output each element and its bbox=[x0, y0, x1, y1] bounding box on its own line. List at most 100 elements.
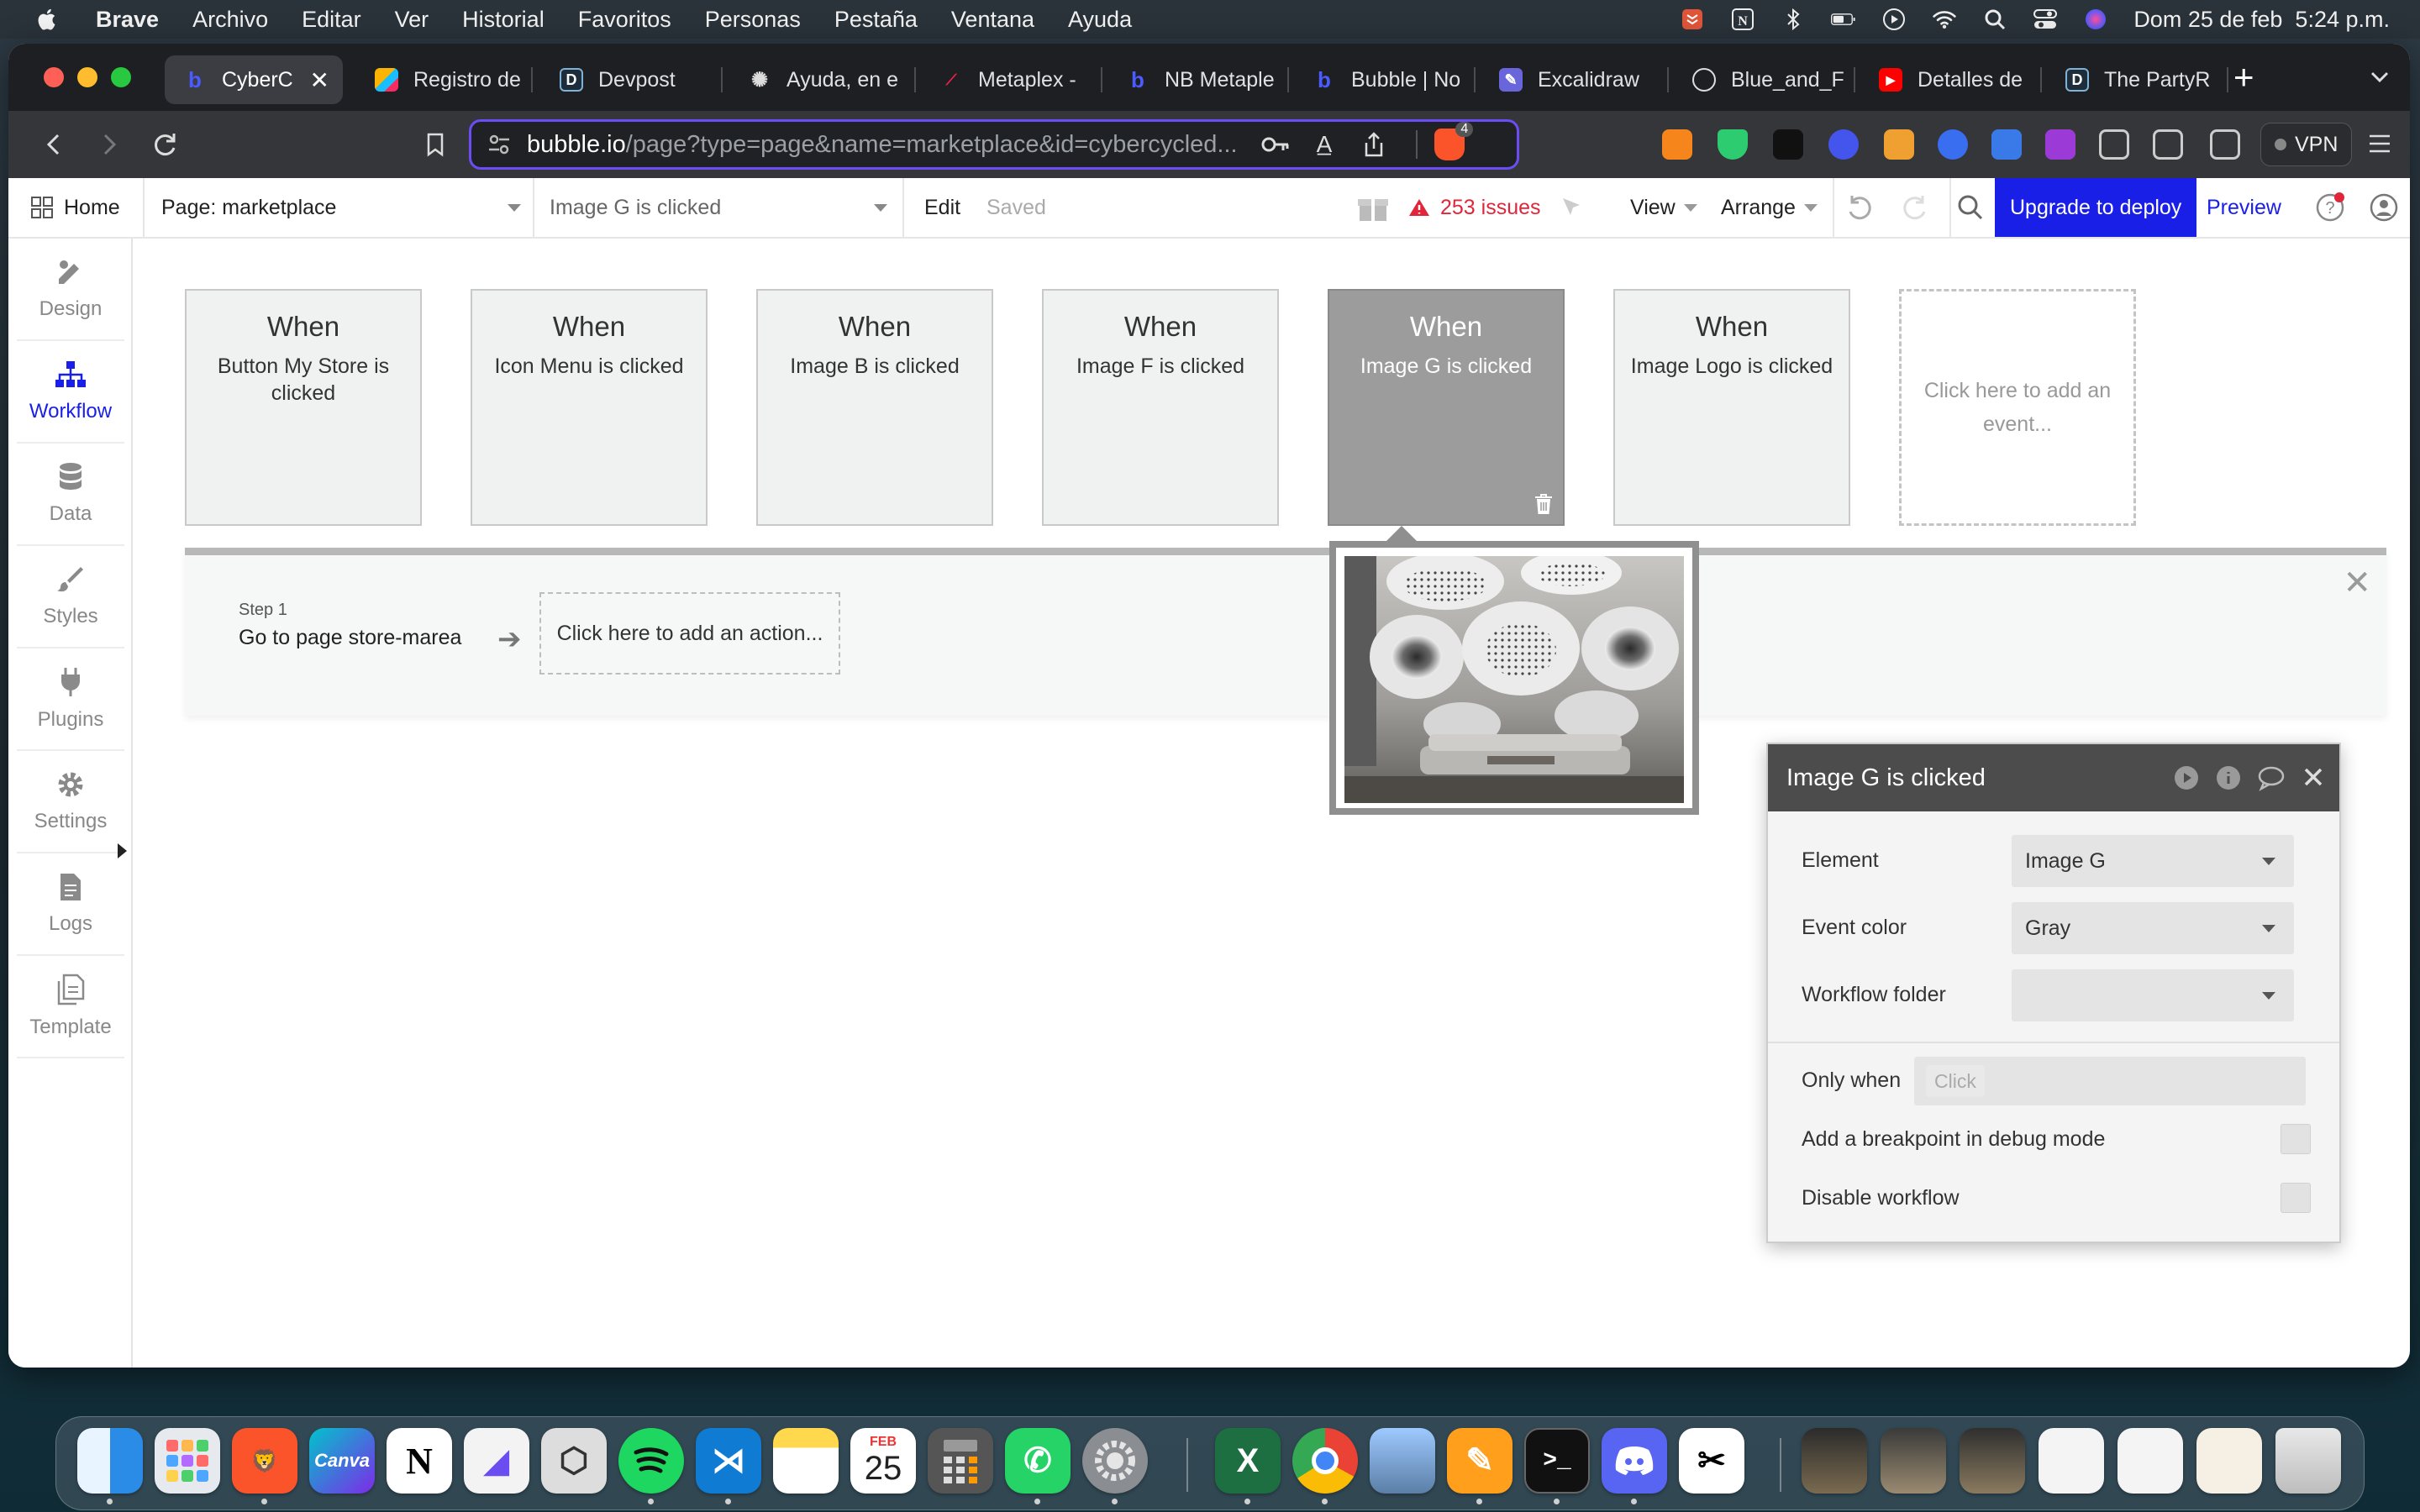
search-icon[interactable] bbox=[1956, 178, 1985, 237]
step-action[interactable]: Go to page store-marea bbox=[239, 626, 461, 650]
gift-icon[interactable] bbox=[1356, 178, 1390, 237]
sidebar-item-logs[interactable]: Logs bbox=[17, 853, 124, 956]
excel-icon[interactable]: X bbox=[1215, 1428, 1281, 1494]
tab-search-chevron-icon[interactable] bbox=[2370, 69, 2390, 86]
notes-icon[interactable] bbox=[773, 1428, 839, 1494]
menu-personas[interactable]: Personas bbox=[705, 7, 801, 33]
recent-image-thumbnail[interactable] bbox=[1802, 1428, 1867, 1494]
tab-blue-and[interactable]: Blue_and_F bbox=[1674, 55, 1852, 104]
apple-icon[interactable] bbox=[35, 7, 60, 32]
account-icon[interactable] bbox=[2370, 178, 2398, 237]
affinity-icon[interactable]: ◢ bbox=[464, 1428, 529, 1494]
recent-image-thumbnail[interactable] bbox=[1881, 1428, 1946, 1494]
chrome-icon[interactable] bbox=[1292, 1428, 1358, 1494]
tab-nb-metaplex[interactable]: b NB Metaple bbox=[1107, 55, 1286, 104]
system-settings-icon[interactable] bbox=[1082, 1428, 1148, 1494]
wallet-icon[interactable] bbox=[2210, 129, 2240, 160]
trash-icon[interactable] bbox=[2275, 1428, 2341, 1494]
arrange-menu[interactable]: Arrange bbox=[1721, 178, 1834, 237]
event-card[interactable]: When Image B is clicked bbox=[756, 289, 993, 526]
recent-document-thumbnail[interactable] bbox=[2039, 1428, 2104, 1494]
upgrade-to-deploy-button[interactable]: Upgrade to deploy bbox=[1995, 178, 2197, 237]
sidebar-item-design[interactable]: Design bbox=[17, 239, 124, 341]
pages-icon[interactable]: ✎ bbox=[1447, 1428, 1512, 1494]
sidebar-item-settings[interactable]: Settings bbox=[17, 751, 124, 853]
dropbox-status-icon[interactable] bbox=[1680, 7, 1705, 32]
help-icon[interactable]: ? bbox=[2314, 178, 2346, 237]
discord-icon[interactable] bbox=[1602, 1428, 1667, 1494]
issues-indicator[interactable]: 253 issues bbox=[1408, 178, 1541, 237]
play-status-icon[interactable] bbox=[1881, 7, 1907, 32]
menu-ayuda[interactable]: Ayuda bbox=[1068, 7, 1132, 33]
tab-cyberc[interactable]: b CyberC ✕ bbox=[165, 55, 343, 104]
event-card[interactable]: When Icon Menu is clicked bbox=[471, 289, 708, 526]
tab-devpost[interactable]: D Devpost bbox=[541, 55, 709, 104]
tab-ayuda[interactable]: ✺ Ayuda, en e bbox=[729, 55, 906, 104]
window-zoom-button[interactable] bbox=[111, 67, 131, 87]
tab-excalidraw[interactable]: ✎ Excalidraw bbox=[1481, 55, 1665, 104]
k-extension-icon[interactable] bbox=[1991, 129, 2022, 160]
page-selector[interactable]: Page: marketplace bbox=[143, 178, 533, 237]
workflow-folder-dropdown[interactable] bbox=[2012, 969, 2294, 1021]
event-card[interactable]: When Image Logo is clicked bbox=[1613, 289, 1850, 526]
vscode-icon[interactable]: ⋊ bbox=[696, 1428, 761, 1494]
terminal-icon[interactable]: >_ bbox=[1524, 1428, 1590, 1494]
browser-menu-icon[interactable] bbox=[2368, 133, 2391, 155]
view-menu[interactable]: View bbox=[1630, 178, 1697, 237]
home-button[interactable]: Home bbox=[30, 178, 120, 237]
sidebar-item-styles[interactable]: Styles bbox=[17, 546, 124, 648]
share-icon[interactable] bbox=[1362, 131, 1386, 158]
event-color-dropdown[interactable]: Gray bbox=[2012, 902, 2294, 954]
purple-extension-icon[interactable] bbox=[2045, 129, 2075, 160]
shield-extension-icon[interactable] bbox=[1718, 129, 1748, 160]
play-icon[interactable] bbox=[2173, 764, 2200, 791]
tab-bubble-no[interactable]: b Bubble | No bbox=[1294, 55, 1472, 104]
recent-document-thumbnail[interactable] bbox=[2118, 1428, 2183, 1494]
sidebar-item-template[interactable]: Template bbox=[17, 956, 124, 1058]
preview-icon[interactable] bbox=[1370, 1428, 1435, 1494]
hand-extension-icon[interactable] bbox=[1884, 129, 1914, 160]
whatsapp-icon[interactable]: ✆ bbox=[1005, 1428, 1071, 1494]
finder-icon[interactable] bbox=[77, 1428, 143, 1494]
new-tab-icon[interactable]: + bbox=[2233, 57, 2254, 97]
menu-app-name[interactable]: Brave bbox=[96, 7, 159, 33]
event-card[interactable]: When Image F is clicked bbox=[1042, 289, 1279, 526]
brave-icon[interactable]: 🦁 bbox=[232, 1428, 297, 1494]
reload-icon[interactable] bbox=[148, 128, 182, 161]
comment-icon[interactable] bbox=[2257, 764, 2286, 791]
spotify-icon[interactable] bbox=[618, 1428, 684, 1494]
brave-shields-icon[interactable]: 4 bbox=[1434, 122, 1474, 160]
close-icon[interactable] bbox=[2301, 764, 2326, 790]
forward-icon[interactable] bbox=[92, 128, 126, 161]
workflow-selector[interactable]: Image G is clicked bbox=[533, 178, 904, 237]
bookmark-icon[interactable] bbox=[418, 128, 452, 161]
info-icon[interactable] bbox=[2215, 764, 2242, 791]
battery-icon[interactable] bbox=[1831, 7, 1856, 32]
site-settings-icon[interactable] bbox=[487, 132, 512, 157]
metamask-icon[interactable] bbox=[1662, 129, 1692, 160]
menu-favoritos[interactable]: Favoritos bbox=[578, 7, 671, 33]
notion-status-icon[interactable]: N bbox=[1730, 7, 1755, 32]
sidebar-toggle-icon[interactable] bbox=[2153, 129, 2183, 160]
sidebar-expand-icon[interactable] bbox=[118, 843, 127, 858]
trash-icon[interactable] bbox=[1533, 492, 1555, 516]
stripe-extension-icon[interactable] bbox=[1773, 129, 1803, 160]
control-center-icon[interactable] bbox=[2033, 7, 2058, 32]
tab-partyr[interactable]: D The PartyR bbox=[2047, 55, 2225, 104]
password-key-icon[interactable] bbox=[1261, 134, 1290, 155]
event-card-selected[interactable]: When Image G is clicked bbox=[1328, 289, 1565, 526]
add-action-button[interactable]: Click here to add an action... bbox=[539, 592, 840, 675]
extensions-puzzle-icon[interactable] bbox=[2099, 129, 2129, 160]
notion-icon[interactable]: N bbox=[387, 1428, 452, 1494]
menu-archivo[interactable]: Archivo bbox=[192, 7, 268, 33]
sidebar-item-plugins[interactable]: Plugins bbox=[17, 648, 124, 751]
siri-icon[interactable] bbox=[2083, 7, 2108, 32]
back-icon[interactable] bbox=[37, 128, 71, 161]
translate-icon[interactable]: A̲ bbox=[1317, 131, 1333, 158]
unity-icon[interactable]: ⬡ bbox=[541, 1428, 607, 1494]
menu-historial[interactable]: Historial bbox=[462, 7, 544, 33]
menu-ventana[interactable]: Ventana bbox=[951, 7, 1034, 33]
address-bar[interactable]: bubble.io/page?type=page&name=marketplac… bbox=[469, 119, 1519, 170]
calculator-icon[interactable] bbox=[928, 1428, 993, 1494]
undo-icon[interactable] bbox=[1845, 178, 1874, 237]
